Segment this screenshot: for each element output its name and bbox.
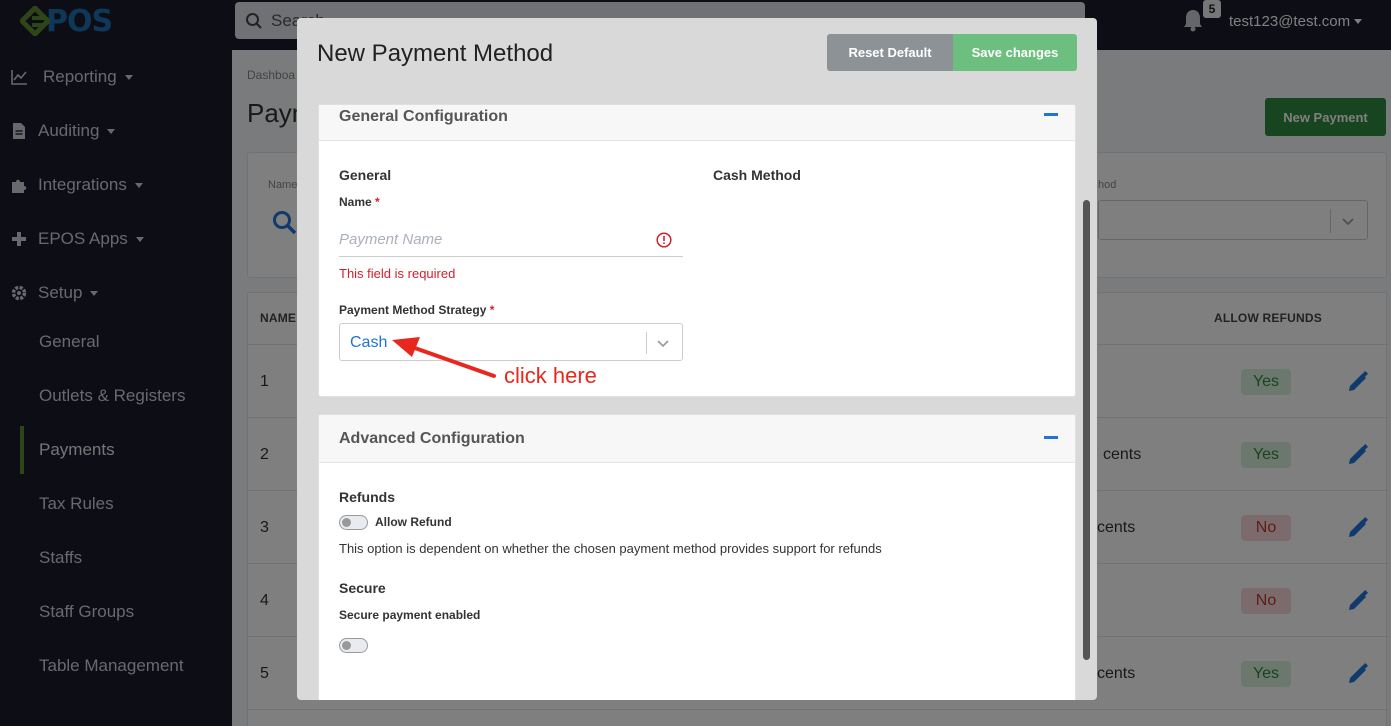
save-changes-button[interactable]: Save changes	[953, 34, 1077, 71]
required-asterisk: *	[489, 303, 495, 317]
allow-refund-help: This option is dependent on whether the …	[339, 541, 882, 556]
name-error-message: This field is required	[339, 266, 456, 281]
secure-payment-toggle[interactable]	[339, 638, 368, 653]
card-header[interactable]: General Configuration	[319, 105, 1075, 141]
reset-default-button[interactable]: Reset Default	[827, 34, 953, 71]
refunds-heading: Refunds	[339, 489, 395, 505]
allow-refund-toggle[interactable]	[339, 515, 368, 530]
cash-method-heading: Cash Method	[713, 167, 801, 183]
modal-scrollbar[interactable]	[1083, 200, 1090, 660]
name-label-text: Name	[339, 195, 372, 209]
payment-name-input[interactable]	[339, 223, 683, 257]
annotation-arrow	[392, 337, 496, 378]
required-asterisk: *	[375, 195, 380, 209]
card-header[interactable]: Advanced Configuration	[319, 415, 1075, 463]
strategy-label-text: Payment Method Strategy	[339, 303, 487, 317]
error-icon	[656, 232, 672, 248]
name-label: Name *	[339, 195, 380, 209]
annotation-click-here: click here	[504, 363, 597, 388]
minus-icon[interactable]	[1044, 436, 1058, 439]
secure-heading: Secure	[339, 580, 386, 596]
general-heading: General	[339, 167, 392, 183]
advanced-configuration-card: Advanced Configuration Refunds Allow Ref…	[318, 414, 1076, 700]
minus-icon[interactable]	[1044, 113, 1058, 116]
allow-refund-label: Allow Refund	[375, 515, 452, 529]
card-title: General Configuration	[339, 108, 508, 125]
modal-body[interactable]: General Configuration General Cash Metho…	[297, 104, 1097, 700]
modal-title: New Payment Method	[317, 40, 554, 67]
chevron-down-icon[interactable]	[656, 336, 670, 350]
secure-payment-label: Secure payment enabled	[339, 608, 481, 622]
select-separator	[646, 332, 647, 354]
modal-header: New Payment Method Reset Default Save ch…	[297, 18, 1097, 104]
strategy-selected-value: Cash	[350, 334, 388, 351]
card-title: Advanced Configuration	[339, 430, 525, 447]
strategy-label: Payment Method Strategy *	[339, 303, 494, 317]
